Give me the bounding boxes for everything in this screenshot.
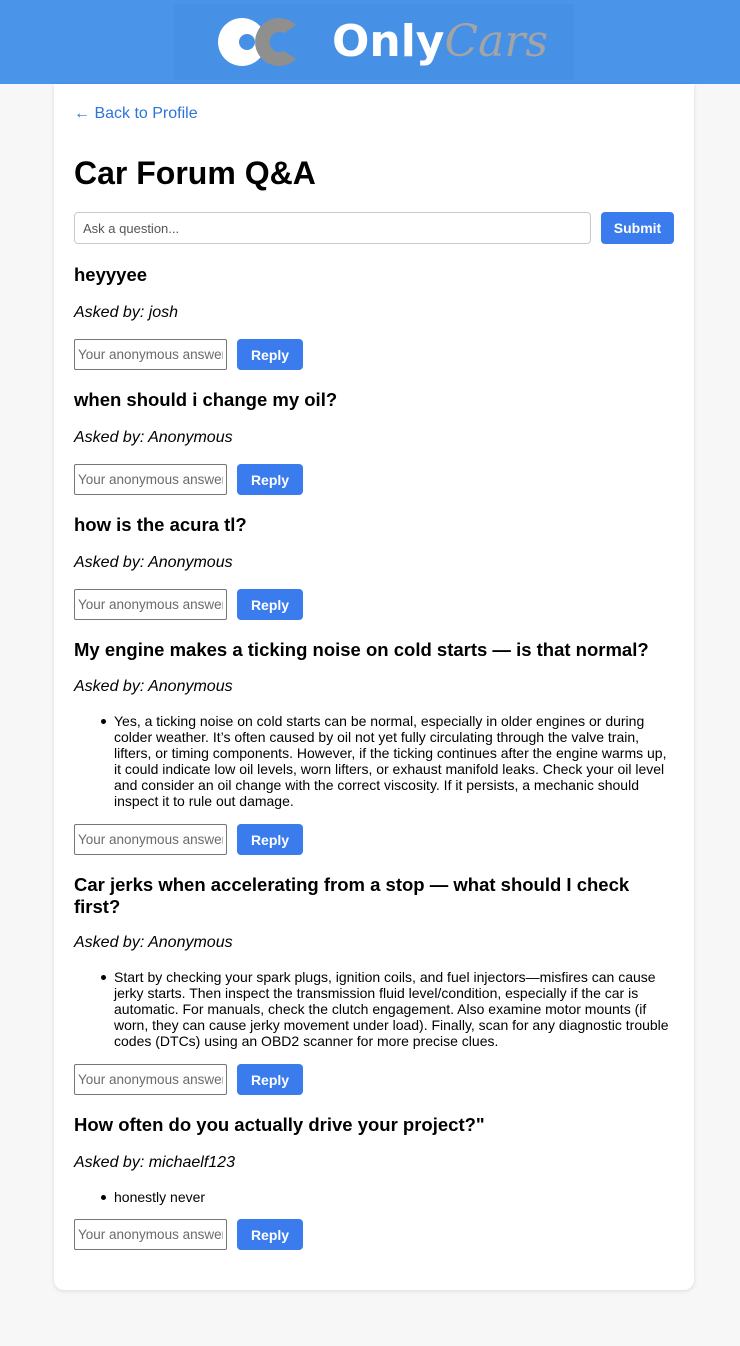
ask-question-input[interactable] xyxy=(74,212,591,244)
question-item: heyyyee Asked by: josh Reply xyxy=(74,264,674,370)
answer-list: Start by checking your spark plugs, igni… xyxy=(101,969,674,1049)
reply-form: Reply xyxy=(74,1219,674,1250)
question-title: when should i change my oil? xyxy=(74,389,338,410)
submit-question-button[interactable]: Submit xyxy=(601,212,674,244)
reply-button[interactable]: Reply xyxy=(237,824,303,855)
question-item: My engine makes a ticking noise on cold … xyxy=(74,639,674,855)
question-author: Asked by: Anonymous xyxy=(74,678,233,695)
anonymous-answer-input[interactable] xyxy=(74,464,227,495)
reply-button[interactable]: Reply xyxy=(237,464,303,495)
reply-form: Reply xyxy=(74,1064,674,1095)
reply-form: Reply xyxy=(74,589,674,620)
answer-item: Yes, a ticking noise on cold starts can … xyxy=(101,713,674,809)
logo-word-only: Only xyxy=(332,16,445,67)
question-item: Car jerks when accelerating from a stop … xyxy=(74,874,674,1095)
logo-word-cars: Cars xyxy=(444,16,549,67)
reply-form: Reply xyxy=(74,824,674,855)
answer-list: Yes, a ticking noise on cold starts can … xyxy=(101,713,674,809)
question-title: how is the acura tl? xyxy=(74,514,247,535)
reply-button[interactable]: Reply xyxy=(237,1219,303,1250)
answer-item: Start by checking your spark plugs, igni… xyxy=(101,969,674,1049)
header-bar: OnlyCars xyxy=(0,0,740,84)
question-title: heyyyee xyxy=(74,264,148,285)
page-title: Car Forum Q&A xyxy=(74,155,316,191)
anonymous-answer-input[interactable] xyxy=(74,1064,227,1095)
site-logo[interactable]: OnlyCars xyxy=(174,4,574,80)
anonymous-answer-input[interactable] xyxy=(74,589,227,620)
anonymous-answer-input[interactable] xyxy=(74,824,227,855)
question-author: Asked by: Anonymous xyxy=(74,934,233,951)
question-author: Asked by: josh xyxy=(74,304,179,321)
answer-item: honestly never xyxy=(101,1189,674,1205)
reply-form: Reply xyxy=(74,339,674,370)
question-title: Car jerks when accelerating from a stop … xyxy=(74,874,630,917)
ask-question-form: Submit xyxy=(74,212,674,244)
question-title: How often do you actually drive your pro… xyxy=(74,1114,485,1135)
reply-button[interactable]: Reply xyxy=(237,1064,303,1095)
oc-logo-icon xyxy=(218,17,296,66)
question-title: My engine makes a ticking noise on cold … xyxy=(74,639,649,660)
forum-card: ← Back to Profile Car Forum Q&A Submit h… xyxy=(54,84,694,1290)
reply-button[interactable]: Reply xyxy=(237,589,303,620)
answer-list: honestly never xyxy=(101,1189,674,1205)
anonymous-answer-input[interactable] xyxy=(74,339,227,370)
reply-button[interactable]: Reply xyxy=(237,339,303,370)
question-author: Asked by: michaelf123 xyxy=(74,1154,235,1171)
reply-form: Reply xyxy=(74,464,674,495)
question-item: how is the acura tl? Asked by: Anonymous… xyxy=(74,514,674,620)
back-to-profile-link[interactable]: ← Back to Profile xyxy=(74,104,198,124)
question-author: Asked by: Anonymous xyxy=(74,554,233,571)
logo-wordmark: OnlyCars xyxy=(332,14,548,70)
question-item: when should i change my oil? Asked by: A… xyxy=(74,389,674,495)
anonymous-answer-input[interactable] xyxy=(74,1219,227,1250)
question-author: Asked by: Anonymous xyxy=(74,429,233,446)
question-item: How often do you actually drive your pro… xyxy=(74,1114,674,1250)
